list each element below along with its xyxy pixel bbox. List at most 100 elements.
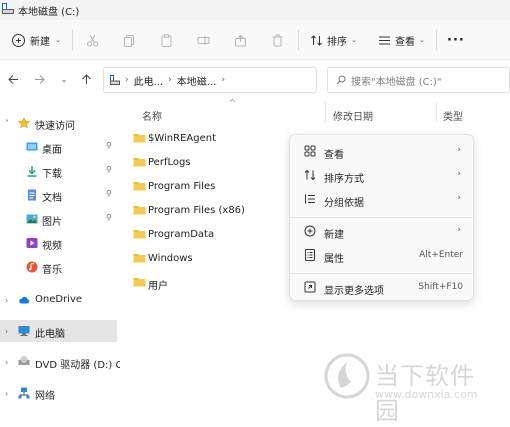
file-name: ProgramData bbox=[148, 229, 215, 240]
breadcrumb-this-pc[interactable]: 此电... bbox=[134, 73, 164, 88]
chevron-down-icon: ⌄ bbox=[60, 74, 68, 84]
sidebar-item-dvd-drive[interactable]: › DVD 驱动器 (D:) CF bbox=[0, 351, 128, 373]
column-header-date[interactable]: 修改日期 bbox=[333, 108, 373, 123]
sort-button[interactable]: 排序 ⌄ bbox=[310, 31, 357, 49]
chevron-right-icon: › bbox=[221, 75, 225, 85]
copy-icon bbox=[123, 34, 134, 47]
sidebar-item-label: 桌面 bbox=[42, 145, 62, 156]
sidebar-item-label: 此电脑 bbox=[35, 329, 65, 340]
sidebar-item-videos[interactable]: 视频 bbox=[0, 232, 120, 254]
chevron-down-icon: ⌄ bbox=[55, 36, 61, 44]
sidebar-item-label: 图片 bbox=[42, 217, 62, 228]
menu-item-show-more-options[interactable]: 显示更多选项 Shift+F10 bbox=[294, 275, 471, 299]
forward-button[interactable] bbox=[31, 71, 47, 87]
chevron-down-icon: ⌄ bbox=[351, 36, 357, 44]
back-button[interactable] bbox=[5, 71, 21, 87]
folder-icon bbox=[133, 206, 146, 215]
menu-item-shortcut: Alt+Enter bbox=[419, 250, 463, 260]
search-box[interactable]: 搜索"本地磁盘 (C:)" bbox=[327, 67, 510, 93]
sidebar-item-desktop[interactable]: 桌面 ⚲ bbox=[0, 136, 120, 158]
menu-divider bbox=[290, 273, 473, 274]
search-icon bbox=[336, 75, 346, 85]
chevron-down-icon[interactable]: ˅ bbox=[5, 119, 9, 128]
toolbar-divider bbox=[72, 30, 73, 50]
toolbar-divider bbox=[298, 30, 299, 50]
folder-icon bbox=[133, 230, 146, 239]
column-divider[interactable] bbox=[325, 102, 326, 122]
computer-icon bbox=[18, 326, 30, 336]
menu-item-sort-by[interactable]: 排序方式 › bbox=[294, 163, 471, 187]
music-icon bbox=[26, 261, 38, 273]
sort-icon bbox=[311, 34, 322, 46]
pin-icon: ⚲ bbox=[106, 189, 112, 198]
chevron-right-icon: › bbox=[457, 169, 461, 179]
file-name: Program Files bbox=[148, 181, 216, 192]
pictures-icon bbox=[26, 214, 38, 224]
title-bar: 本地磁盘 (C:) bbox=[0, 0, 510, 20]
new-button-label: 新建 bbox=[30, 36, 50, 48]
file-name: 用户 bbox=[148, 281, 168, 292]
sidebar-item-pictures[interactable]: 图片 ⚲ bbox=[0, 208, 120, 230]
menu-item-new[interactable]: 新建 › bbox=[294, 219, 471, 243]
clipboard-icon bbox=[161, 33, 171, 47]
chevron-right-icon[interactable]: › bbox=[5, 296, 8, 305]
address-bar[interactable]: › 此电... › 本地磁... › bbox=[103, 67, 317, 93]
sidebar-item-downloads[interactable]: 下载 ⚲ bbox=[0, 160, 120, 182]
new-button[interactable]: 新建 ⌄ bbox=[12, 31, 61, 49]
navigation-pane: ˅ 快速访问 桌面 ⚲ 下载 ⚲ 文档 ⚲ 图片 ⚲ 视频 音乐 › OneDr… bbox=[0, 98, 128, 427]
sidebar-item-label: 文档 bbox=[42, 193, 62, 204]
drive-icon bbox=[110, 75, 120, 85]
context-menu: 查看 › 排序方式 › 分组依据 › 新建 › 属性 Alt+Enter 显示更… bbox=[289, 134, 474, 301]
sidebar-item-quick-access[interactable]: ˅ 快速访问 bbox=[0, 112, 120, 134]
sidebar-item-onedrive[interactable]: › OneDrive bbox=[0, 289, 120, 311]
window-title: 本地磁盘 (C:) bbox=[18, 7, 80, 18]
arrow-left-icon bbox=[7, 74, 18, 84]
sidebar-item-network[interactable]: › 网络 bbox=[0, 382, 120, 404]
menu-divider bbox=[290, 217, 473, 218]
menu-item-label: 显示更多选项 bbox=[324, 286, 384, 297]
more-options-button[interactable]: ··· bbox=[447, 31, 465, 49]
sidebar-item-this-pc[interactable]: › 此电脑 bbox=[0, 320, 117, 342]
sort-icon bbox=[304, 169, 316, 181]
up-button[interactable] bbox=[78, 71, 94, 87]
cut-button[interactable] bbox=[83, 31, 101, 49]
column-divider[interactable] bbox=[436, 102, 437, 122]
document-icon bbox=[28, 189, 36, 201]
sidebar-item-label: OneDrive bbox=[35, 294, 83, 305]
new-plus-icon bbox=[304, 225, 316, 237]
chevron-down-icon: ⌄ bbox=[419, 36, 425, 44]
watermark-url: www.downxia.com bbox=[375, 388, 478, 401]
network-icon bbox=[18, 387, 30, 399]
menu-item-label: 分组依据 bbox=[324, 198, 364, 209]
sidebar-item-documents[interactable]: 文档 ⚲ bbox=[0, 184, 120, 206]
video-icon bbox=[26, 238, 38, 248]
desktop-icon bbox=[26, 142, 38, 151]
chevron-right-icon[interactable]: › bbox=[5, 327, 8, 336]
share-button[interactable] bbox=[231, 31, 249, 49]
view-button[interactable]: 查看 ⌄ bbox=[378, 31, 425, 49]
delete-button[interactable] bbox=[268, 31, 286, 49]
chevron-right-icon[interactable]: › bbox=[5, 389, 8, 398]
menu-item-label: 属性 bbox=[324, 254, 344, 265]
file-name: PerfLogs bbox=[148, 157, 191, 168]
column-header-name[interactable]: 名称 bbox=[142, 108, 162, 123]
menu-item-view[interactable]: 查看 › bbox=[294, 139, 471, 163]
copy-button[interactable] bbox=[120, 31, 138, 49]
search-placeholder: 搜索"本地磁盘 (C:)" bbox=[351, 76, 442, 88]
folder-icon bbox=[133, 254, 146, 263]
more-options-icon bbox=[304, 281, 316, 293]
menu-item-group-by[interactable]: 分组依据 › bbox=[294, 187, 471, 211]
paste-button[interactable] bbox=[157, 31, 175, 49]
plus-icon bbox=[12, 33, 25, 47]
recent-locations-button[interactable]: ⌄ bbox=[56, 71, 72, 87]
menu-item-properties[interactable]: 属性 Alt+Enter bbox=[294, 243, 471, 267]
toolbar-divider bbox=[436, 30, 437, 50]
watermark: 当下软件园 www.downxia.com bbox=[323, 352, 491, 425]
folder-icon bbox=[133, 134, 146, 143]
cloud-icon bbox=[19, 296, 30, 304]
breadcrumb-local-disk[interactable]: 本地磁... bbox=[177, 73, 217, 88]
column-header-type[interactable]: 类型 bbox=[443, 108, 463, 123]
sidebar-item-music[interactable]: 音乐 bbox=[0, 256, 120, 278]
chevron-right-icon[interactable]: › bbox=[5, 358, 8, 367]
rename-button[interactable] bbox=[194, 31, 212, 49]
